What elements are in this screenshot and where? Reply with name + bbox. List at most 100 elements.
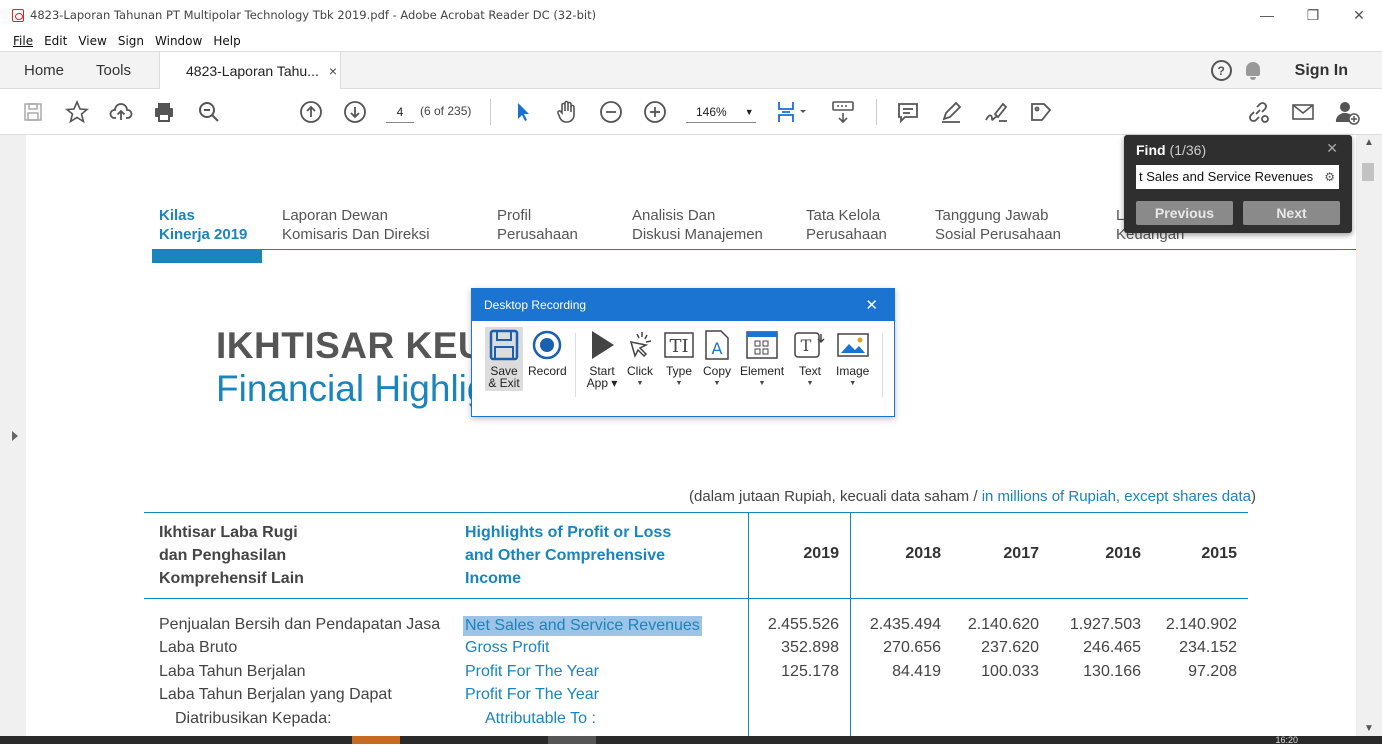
zoom-select[interactable]: 146% ▼ [686, 101, 756, 123]
pdf-nav-line: Sosial Perusahaan [935, 226, 1061, 243]
select-cursor-icon[interactable] [512, 98, 534, 126]
header-line: Komprehensif Lain [159, 570, 304, 587]
row-label-en-highlighted: Net Sales and Service Revenues [463, 616, 702, 636]
window-controls: — ❐ ✕ [1244, 0, 1382, 30]
zoom-out-icon[interactable] [598, 98, 624, 126]
close-tab-icon[interactable]: × [329, 63, 337, 79]
save-exit-button[interactable]: Save & Exit [485, 327, 523, 391]
expand-panel-icon[interactable] [12, 431, 18, 441]
recording-title: Desktop Recording [484, 298, 587, 312]
scroll-thumb[interactable] [1362, 163, 1374, 181]
zoom-in-icon[interactable] [642, 98, 668, 126]
vertical-scrollbar[interactable]: ▲ ▼ [1356, 135, 1382, 736]
text-label: Text [798, 364, 821, 378]
restore-icon[interactable]: ❐ [1290, 0, 1336, 30]
record-button[interactable]: Record [528, 329, 567, 377]
row-value: 125.178 [781, 663, 839, 680]
row-value: 270.656 [883, 639, 941, 656]
image-button[interactable]: Image ▼ [836, 329, 869, 390]
taskbar-app[interactable] [352, 736, 400, 744]
start-app-button[interactable]: Start App ▾ [586, 329, 618, 389]
row-value: 84.419 [892, 663, 941, 680]
pdf-nav-line: Tata Kelola [806, 207, 881, 224]
tab-tools[interactable]: Tools [96, 62, 131, 79]
scroll-mode-icon[interactable] [829, 98, 857, 126]
pdf-nav-line: Kilas [159, 207, 195, 224]
units-note: (dalam jutaan Rupiah, kecuali data saham… [689, 488, 1256, 505]
tab-home[interactable]: Home [24, 62, 64, 79]
add-user-icon[interactable] [1333, 98, 1361, 126]
menu-edit[interactable]: Edit [44, 34, 67, 48]
menu-window[interactable]: Window [155, 34, 202, 48]
left-panel-toggle[interactable] [0, 135, 26, 736]
pdf-nav-item: Laporan Dewan Komisaris Dan Direksi [282, 206, 430, 244]
previous-page-icon[interactable] [298, 98, 324, 126]
hand-tool-icon[interactable] [553, 98, 581, 126]
row-value: 1.927.503 [1069, 616, 1141, 633]
menu-sign[interactable]: Sign [118, 34, 144, 48]
upload-cloud-icon[interactable] [108, 98, 134, 126]
gear-icon[interactable]: ⚙ [1324, 170, 1335, 184]
comment-icon[interactable] [895, 98, 921, 126]
tab-document[interactable]: 4823-Laporan Tahu... × [159, 52, 341, 89]
row-value: 2.435.494 [869, 616, 941, 633]
sign-in-button[interactable]: Sign In [1295, 62, 1348, 80]
next-page-icon[interactable] [342, 98, 368, 126]
menu-file[interactable]: File [13, 34, 33, 48]
find-input[interactable]: t Sales and Service Revenues ⚙ [1136, 165, 1339, 189]
save-icon[interactable] [22, 98, 44, 126]
help-icon[interactable]: ? [1210, 60, 1232, 81]
pdf-nav-line: Laporan Dewan [282, 207, 388, 224]
table-header-id: Ikhtisar Laba Rugi dan Penghasilan Kompr… [159, 521, 304, 590]
find-next-button[interactable]: Next [1243, 201, 1340, 225]
scroll-down-icon[interactable]: ▼ [1364, 723, 1374, 734]
close-recording-icon[interactable]: ✕ [865, 296, 878, 314]
find-previous-button[interactable]: Previous [1136, 201, 1233, 225]
image-icon [836, 329, 869, 361]
pdf-nav-line: Tanggung Jawab [935, 207, 1049, 224]
menu-view[interactable]: View [78, 34, 106, 48]
close-window-icon[interactable]: ✕ [1336, 0, 1382, 30]
email-icon[interactable] [1290, 98, 1316, 126]
pdf-nav-line: Analisis Dan [632, 207, 716, 224]
table-row: Penjualan Bersih dan Pendapatan Jasa Net… [26, 616, 1356, 639]
chevron-down-icon: ▼ [849, 380, 857, 387]
type-button[interactable]: TI Type ▼ [663, 329, 695, 390]
click-button[interactable]: Click ▼ [624, 329, 656, 390]
highlight-pen-icon[interactable] [938, 98, 964, 126]
table-row: Diatribusikan Kepada: Attributable To : [26, 710, 1356, 733]
zoom-search-icon[interactable] [196, 98, 222, 126]
scroll-up-icon[interactable]: ▲ [1364, 137, 1374, 148]
star-icon[interactable] [64, 98, 90, 126]
menu-help[interactable]: Help [213, 34, 240, 48]
close-find-icon[interactable]: ✕ [1326, 140, 1338, 157]
share-link-icon[interactable] [1244, 98, 1272, 126]
pdf-nav-item: Analisis Dan Diskusi Manajemen [632, 206, 763, 244]
row-label-id: Diatribusikan Kepada: [175, 710, 332, 727]
section-title: IKHTISAR KEU [216, 325, 486, 366]
minimize-icon[interactable]: — [1244, 0, 1290, 30]
taskbar-app[interactable] [548, 736, 596, 744]
text-button[interactable]: T Text ▼ [794, 329, 826, 390]
pdf-nav-divider [152, 249, 1356, 250]
bell-icon[interactable] [1244, 61, 1262, 81]
row-value: 352.898 [781, 639, 839, 656]
recording-body: Save & Exit Record Start App ▾ Click ▼ T… [472, 321, 894, 417]
row-value: 237.620 [981, 639, 1039, 656]
type-text-icon: TI [663, 329, 695, 361]
row-label-id: Laba Tahun Berjalan [159, 663, 306, 680]
copy-button[interactable]: A Copy ▼ [701, 329, 733, 390]
print-icon[interactable] [151, 98, 177, 126]
sign-pen-icon[interactable] [982, 98, 1010, 126]
row-label-en: Profit For The Year [465, 663, 599, 680]
row-value: 100.033 [981, 663, 1039, 680]
title-bar: 4823-Laporan Tahunan PT Multipolar Techn… [0, 0, 1382, 30]
page-fit-icon[interactable] [774, 98, 810, 126]
pdf-nav-item: Kilas Kinerja 2019 [159, 206, 247, 244]
acrobat-logo-icon [12, 8, 24, 22]
pdf-nav-line: Profil [497, 207, 532, 224]
record-icon [531, 329, 563, 361]
page-number-input[interactable]: 4 [386, 101, 414, 123]
element-button[interactable]: Element ▼ [740, 329, 784, 390]
edit-document-icon[interactable] [1027, 98, 1055, 126]
